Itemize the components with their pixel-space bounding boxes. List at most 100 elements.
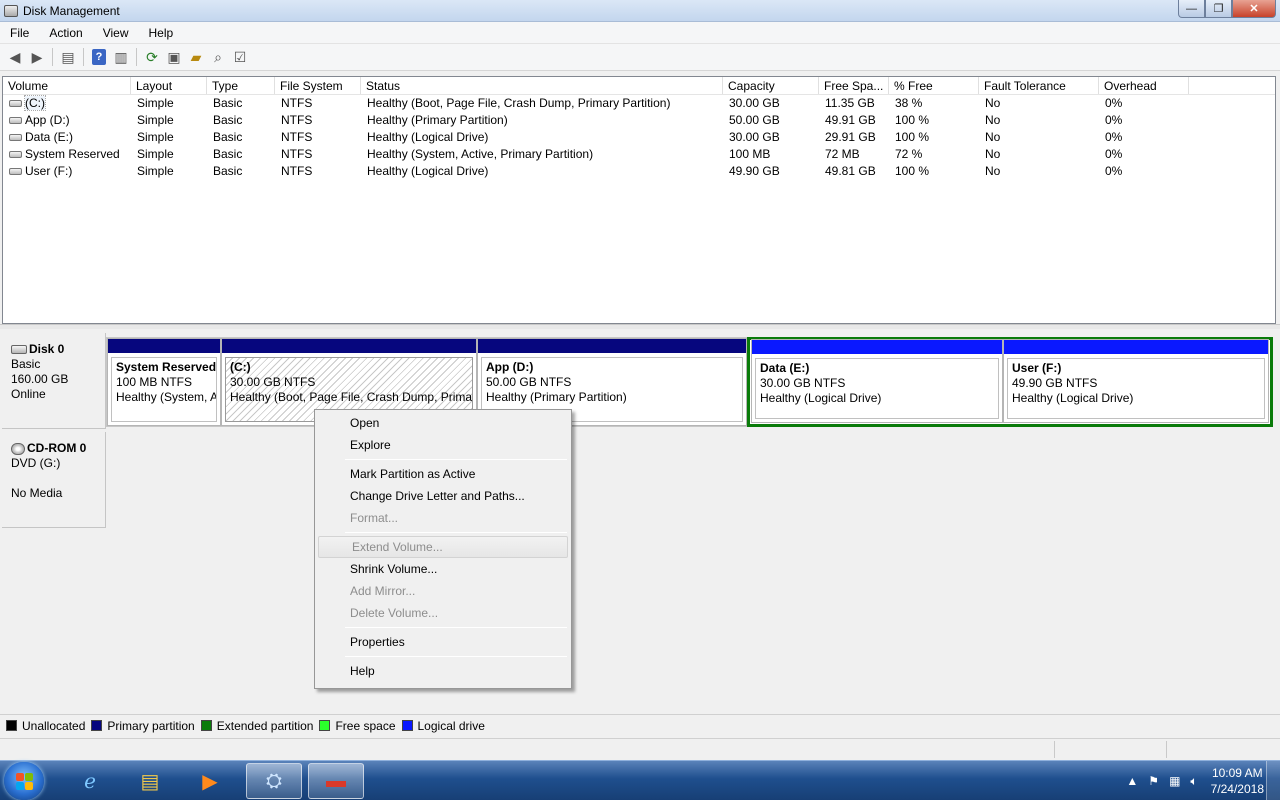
- volume-free-space: 49.91 GB: [825, 113, 876, 127]
- minimize-button[interactable]: —: [1178, 0, 1205, 18]
- volume-percent-free: 100 %: [895, 113, 930, 127]
- open-folder-icon[interactable]: ▰: [185, 46, 207, 68]
- cdrom-0-label[interactable]: CD-ROM 0 DVD (G:) No Media: [2, 432, 106, 528]
- partition-name: App (D:): [486, 360, 534, 374]
- toolbar: ◀ ▶ ▤ ? ▥ ⟳ ▣ ▰ ⌕ ☑: [0, 44, 1280, 71]
- menu-separator: [345, 656, 567, 657]
- disk-0-label[interactable]: Disk 0 Basic 160.00 GB Online: [2, 333, 106, 429]
- volume-fault-tolerance: No: [985, 113, 1001, 127]
- menu-item-properties[interactable]: Properties: [317, 631, 569, 653]
- volume-type: Basic: [213, 130, 243, 144]
- disk-management-taskbar-icon[interactable]: ▬: [308, 763, 364, 799]
- menu-separator: [345, 459, 567, 460]
- column-header-file-system[interactable]: File System: [275, 77, 361, 94]
- disk-pane: Disk 0 Basic 160.00 GB Online System Res…: [2, 330, 1276, 712]
- volume-status: Healthy (Logical Drive): [367, 130, 489, 144]
- refresh-icon[interactable]: ⟳: [141, 46, 163, 68]
- column-header-fault-tolerance[interactable]: Fault Tolerance: [979, 77, 1099, 94]
- menu-action[interactable]: Action: [39, 22, 92, 44]
- menu-file[interactable]: File: [0, 22, 39, 44]
- table-row[interactable]: App (D:) Simple Basic NTFS Healthy (Prim…: [3, 112, 1275, 129]
- volume-overhead: 0%: [1105, 130, 1123, 144]
- menu-item-open[interactable]: Open: [317, 412, 569, 434]
- connect-disk-icon[interactable]: ▣: [163, 46, 185, 68]
- volume-file-system: NTFS: [281, 113, 313, 127]
- volume-name: User (F:): [25, 164, 73, 178]
- title-bar: Disk Management — ❐ ✕: [0, 0, 1280, 22]
- volume-fault-tolerance: No: [985, 164, 1001, 178]
- legend-swatch: [401, 720, 413, 731]
- menu-item-help[interactable]: Help: [317, 660, 569, 682]
- internet-explorer-icon[interactable]: ℯ: [62, 763, 118, 799]
- volume-overhead: 0%: [1105, 113, 1123, 127]
- partition-name: (C:): [230, 360, 251, 374]
- menu-item-shrink-volume[interactable]: Shrink Volume...: [317, 558, 569, 580]
- network-icon[interactable]: ▦: [1169, 774, 1180, 788]
- media-player-icon[interactable]: ▶: [182, 763, 238, 799]
- column-header-capacity[interactable]: Capacity: [723, 77, 819, 94]
- menu-item-explore[interactable]: Explore: [317, 434, 569, 456]
- restore-button[interactable]: ❐: [1205, 0, 1232, 18]
- table-row[interactable]: User (F:) Simple Basic NTFS Healthy (Log…: [3, 163, 1275, 180]
- show-desktop-button[interactable]: [1266, 761, 1280, 800]
- volume-free-space: 29.91 GB: [825, 130, 876, 144]
- show-hide-action-pane-icon[interactable]: ▥: [110, 46, 132, 68]
- help-icon[interactable]: ?: [92, 49, 106, 65]
- table-row[interactable]: (C:) Simple Basic NTFS Healthy (Boot, Pa…: [3, 95, 1275, 112]
- partition-size: 50.00 GB NTFS: [486, 375, 572, 389]
- clock[interactable]: 10:09 AM 7/24/2018: [1211, 765, 1264, 797]
- partition-size: 49.90 GB NTFS: [1012, 376, 1098, 390]
- primary-partition-bar: [108, 339, 220, 353]
- partition-size: 100 MB NTFS: [116, 375, 193, 389]
- partition-name: Data (E:): [760, 361, 810, 375]
- forward-arrow-icon[interactable]: ▶: [26, 46, 48, 68]
- action-center-flag-icon[interactable]: ⚑: [1148, 774, 1159, 788]
- show-hide-console-tree-icon[interactable]: ▤: [57, 46, 79, 68]
- partition-name: System Reserved: [116, 360, 217, 374]
- legend-label: Free space: [335, 718, 396, 733]
- column-header-free-space[interactable]: Free Spa...: [819, 77, 889, 94]
- volume-percent-free: 100 %: [895, 164, 930, 178]
- primary-partition-bar: [222, 339, 476, 353]
- disk-0-state: Online: [11, 387, 46, 401]
- column-header-status[interactable]: Status: [361, 77, 723, 94]
- drive-icon: [9, 117, 22, 125]
- volume-icon[interactable]: 🔈︎: [1190, 774, 1197, 789]
- menu-item-change-drive-letter[interactable]: Change Drive Letter and Paths...: [317, 485, 569, 507]
- menu-help[interactable]: Help: [139, 22, 184, 44]
- back-arrow-icon[interactable]: ◀: [4, 46, 26, 68]
- legend-logical-drive: Logical drive: [401, 719, 485, 733]
- partition-status: Healthy (Logical Drive): [1012, 391, 1134, 405]
- volume-layout: Simple: [137, 130, 174, 144]
- volume-type: Basic: [213, 147, 243, 161]
- column-header-volume[interactable]: Volume: [3, 77, 131, 94]
- status-segment: [1054, 741, 1055, 758]
- close-button[interactable]: ✕: [1232, 0, 1276, 18]
- table-row[interactable]: System Reserved Simple Basic NTFS Health…: [3, 146, 1275, 163]
- pane-splitter[interactable]: [0, 324, 1280, 329]
- legend: Unallocated Primary partition Extended p…: [0, 714, 1280, 736]
- partition-data-e[interactable]: Data (E:) 30.00 GB NTFS Healthy (Logical…: [751, 339, 1003, 423]
- column-header-type[interactable]: Type: [207, 77, 275, 94]
- disk-0-partitions: System Reserved 100 MB NTFS Healthy (Sys…: [106, 337, 1273, 427]
- partition-user-f[interactable]: User (F:) 49.90 GB NTFS Healthy (Logical…: [1003, 339, 1269, 423]
- start-button[interactable]: [4, 762, 44, 800]
- menu-view[interactable]: View: [93, 22, 139, 44]
- search-icon[interactable]: ⌕: [207, 46, 229, 68]
- clock-time: 10:09 AM: [1211, 766, 1263, 780]
- partition-system-reserved[interactable]: System Reserved 100 MB NTFS Healthy (Sys…: [107, 338, 221, 426]
- column-header-percent-free[interactable]: % Free: [889, 77, 979, 94]
- menu-item-mark-active[interactable]: Mark Partition as Active: [317, 463, 569, 485]
- status-segment: [1166, 741, 1167, 758]
- volume-free-space: 49.81 GB: [825, 164, 876, 178]
- show-hidden-icons-icon[interactable]: ▲: [1126, 774, 1138, 788]
- menu-bar: File Action View Help: [0, 22, 1280, 44]
- column-header-overhead[interactable]: Overhead: [1099, 77, 1189, 94]
- computer-management-icon[interactable]: ⛭: [246, 763, 302, 799]
- legend-swatch: [200, 720, 212, 731]
- properties-icon[interactable]: ☑: [229, 46, 251, 68]
- file-explorer-icon[interactable]: ▤: [122, 763, 178, 799]
- column-header-layout[interactable]: Layout: [131, 77, 207, 94]
- table-row[interactable]: Data (E:) Simple Basic NTFS Healthy (Log…: [3, 129, 1275, 146]
- volume-free-space: 11.35 GB: [825, 96, 875, 110]
